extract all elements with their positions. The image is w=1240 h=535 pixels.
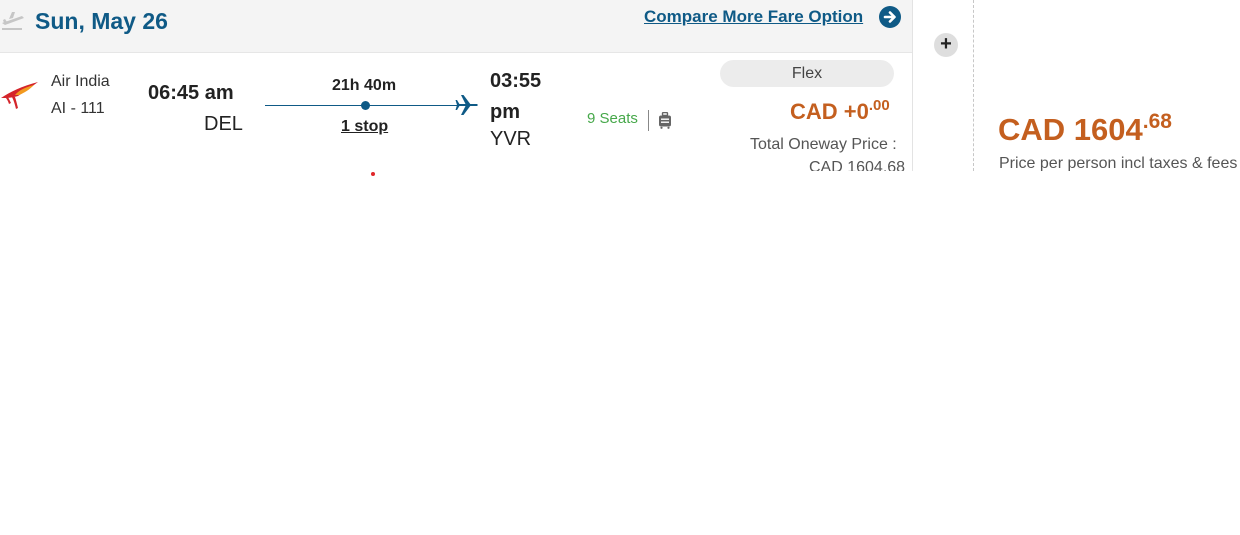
red-marker-dot bbox=[371, 172, 375, 176]
divider bbox=[648, 110, 649, 131]
stop-marker bbox=[361, 101, 370, 110]
flight-date: Sun, May 26 bbox=[35, 8, 168, 34]
luggage-icon[interactable] bbox=[658, 112, 672, 129]
plane-takeoff-icon bbox=[2, 12, 24, 30]
departure-airport-code: DEL bbox=[204, 113, 243, 135]
expand-button[interactable]: + bbox=[934, 33, 958, 57]
flight-number: AI - 111 bbox=[51, 100, 105, 117]
plane-icon bbox=[455, 95, 478, 115]
arrival-time: 03:55 pm bbox=[490, 70, 542, 123]
price-cents: .68 bbox=[1142, 110, 1172, 133]
compare-fare-link[interactable]: Compare More Fare Option bbox=[644, 7, 863, 27]
price-note: Price per person incl taxes & fees bbox=[999, 155, 1238, 171]
divider-dashed bbox=[973, 0, 974, 171]
airline-name: Air India bbox=[51, 73, 110, 90]
stops-link[interactable]: 1 stop bbox=[341, 118, 388, 136]
fare-additional-price: CAD +0.00 bbox=[790, 97, 890, 125]
flight-details-panel: Sun, May 26 Compare More Fare Option Air… bbox=[0, 0, 913, 171]
arrow-right-circle-icon[interactable] bbox=[879, 6, 901, 28]
flight-duration: 21h 40m bbox=[332, 77, 397, 94]
arrival-airport-code: YVR bbox=[490, 128, 532, 150]
seats-available: 9 Seats bbox=[587, 110, 638, 127]
card-header: Sun, May 26 Compare More Fare Option bbox=[0, 0, 912, 53]
fare-additional-amount: CAD +0 bbox=[790, 99, 869, 124]
air-india-logo bbox=[1, 82, 38, 109]
price-per-person: CAD 1604.68 bbox=[998, 110, 1172, 148]
total-price-value: CAD 1604.68 bbox=[809, 159, 906, 171]
departure-time: 06:45 am bbox=[148, 82, 234, 104]
flight-result-card: Sun, May 26 Compare More Fare Option Air… bbox=[0, 0, 1240, 171]
fare-additional-cents: .00 bbox=[868, 97, 890, 114]
fare-class-badge[interactable]: Flex bbox=[720, 60, 894, 87]
total-price-label: Total Oneway Price : bbox=[750, 136, 897, 153]
price-amount: CAD 1604 bbox=[998, 112, 1143, 147]
